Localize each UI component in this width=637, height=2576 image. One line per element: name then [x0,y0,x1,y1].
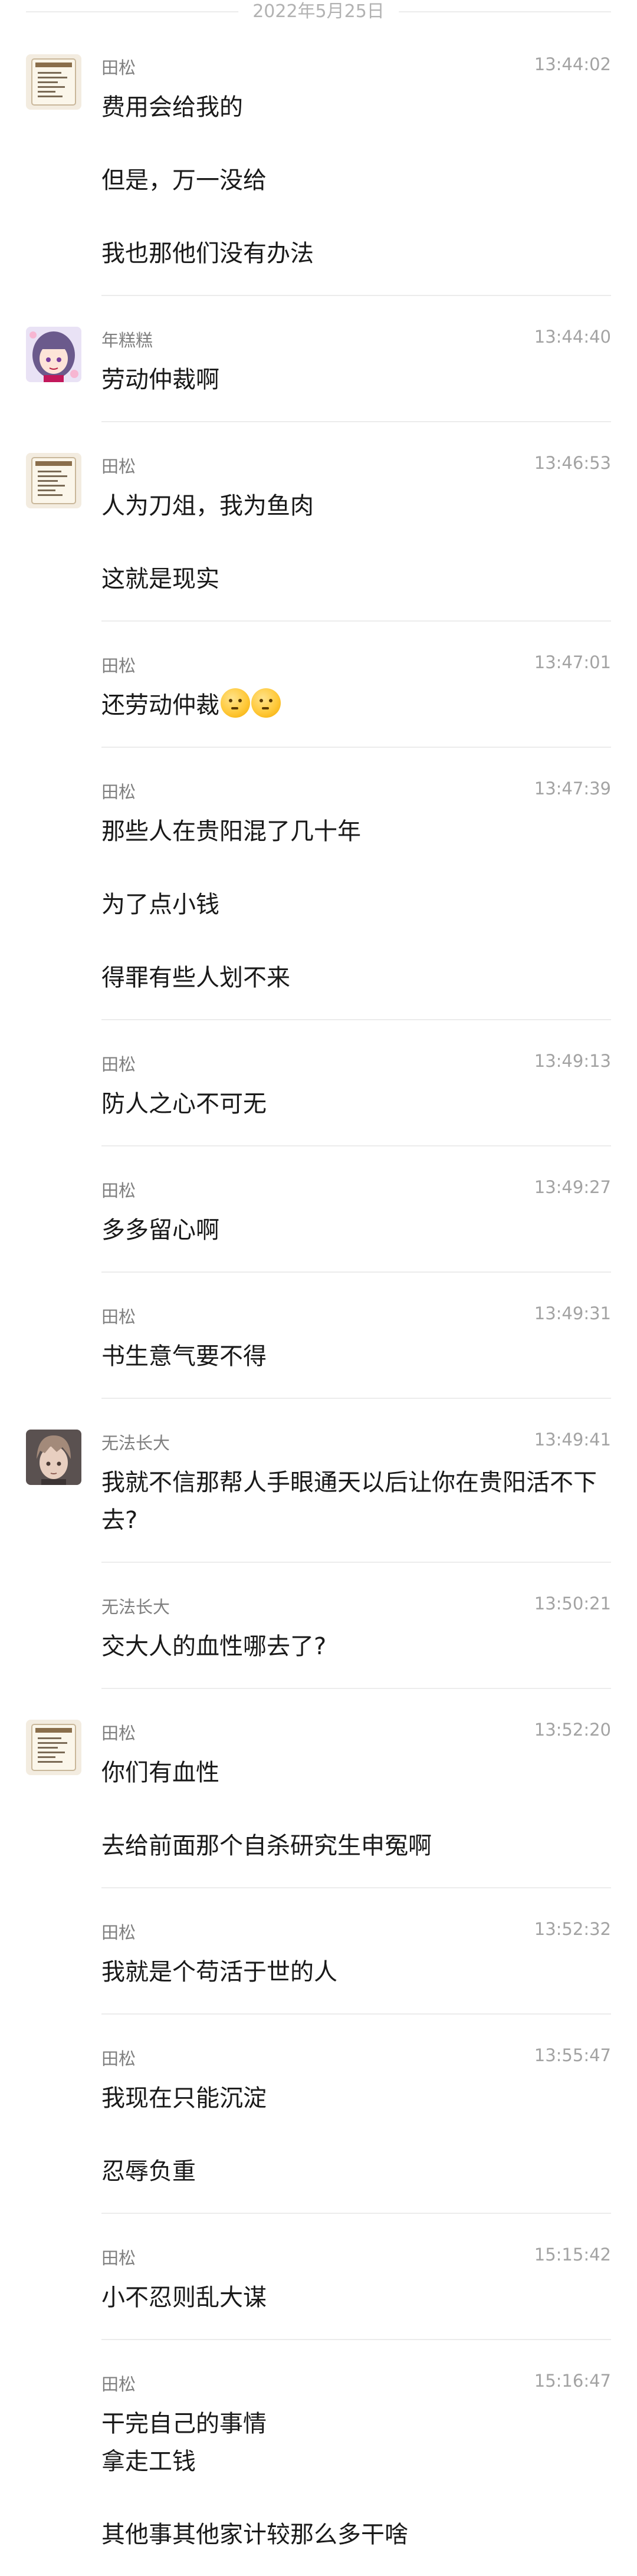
message-list: 田松 13:44:02 费用会给我的 但是，万一没给我也那他们没有办法年糕糕 13:44… [0,24,637,2576]
sender-name: 田松 [101,2248,136,2268]
timestamp: 13:46:53 [534,453,611,473]
timestamp: 13:49:27 [534,1177,611,1197]
timestamp: 13:49:13 [534,1051,611,1071]
message-body: 我就不信那帮人手眼通天以后让你在贵阳活不下去? [101,1458,611,1562]
timestamp: 13:50:21 [534,1593,611,1614]
message-text: 防人之心不可无 [101,1090,267,1118]
message-body: 劳动仲裁啊 [101,355,611,421]
sender-name: 田松 [101,1054,136,1075]
sender-name: 田松 [101,456,136,477]
message-item[interactable]: 田松 13:49:13 防人之心不可无 [0,1020,637,1146]
scroll-avatar[interactable] [26,453,81,508]
message-body: 防人之心不可无 [101,1079,611,1145]
message-item[interactable]: 田松 13:47:39 那些人在贵阳混了几十年 为了点小钱得罪有些人划不来 [0,748,637,1020]
message-text: 忍辱负重 [101,2158,196,2185]
message-item[interactable]: 田松 15:15:42 小不忍则乱大谋 [0,2214,637,2340]
message-item[interactable]: 田松 15:16:47 干完自己的事情 拿走工钱其他事其他家计较那么多干啥 [0,2340,637,2576]
message-text: 我就不信那帮人手眼通天以后让你在贵阳活不下去? [101,1469,597,1534]
message-text: 我也那他们没有办法 [101,240,314,267]
message-text: 为了点小钱 [101,891,219,918]
message-text: 书生意气要不得 [101,1343,267,1370]
message-body: 我现在只能沉淀 忍辱负重 [101,2074,611,2213]
message-text: 多多留心啊 [101,1217,219,1244]
message-item[interactable]: 田松 13:49:31 书生意气要不得 [0,1273,637,1399]
message-body: 人为刀俎，我为鱼肉 这就是现实 [101,481,611,620]
message-item[interactable]: 田松 13:44:02 费用会给我的 但是，万一没给我也那他们没有办法 [0,24,637,296]
message-item[interactable]: 田松 13:49:27 多多留心啊 [0,1146,637,1273]
message-text: 人为刀俎，我为鱼肉 [101,492,314,520]
message-body: 多多留心啊 [101,1205,611,1271]
message-item[interactable]: 无法长大 13:50:21 交大人的血性哪去了? [0,1563,637,1689]
message-item[interactable]: 田松 13:55:47 我现在只能沉淀 忍辱负重 [0,2015,637,2214]
message-text: 你们有血性 [101,1759,219,1786]
message-body: 你们有血性去给前面那个自杀研究生申冤啊 [101,1748,611,1887]
message-text: 还劳动仲裁 [101,686,611,724]
timestamp: 13:52:20 [534,1720,611,1740]
scroll-avatar[interactable] [26,54,81,110]
anime-boy-avatar[interactable] [26,1430,81,1485]
timestamp: 13:44:02 [534,54,611,74]
message-text: 得罪有些人划不来 [101,964,290,991]
chat-history: 2022年5月25日 田松 13:44:02 费用会给我的 但是，万一没给我也那他们没… [0,0,637,2548]
message-text: 交大人的血性哪去了? [101,1633,327,1660]
timestamp: 15:15:42 [534,2245,611,2265]
date-separator: 2022年5月25日 [0,0,637,24]
sender-name: 田松 [101,1307,136,1327]
sender-name: 田松 [101,1723,136,1743]
timestamp: 13:44:40 [534,327,611,347]
message-body: 还劳动仲裁 [101,681,611,747]
sender-name: 田松 [101,656,136,676]
sender-name: 田松 [101,58,136,78]
timestamp: 13:55:47 [534,2045,611,2065]
message-item[interactable]: 年糕糕 13:44:40 劳动仲裁啊 [0,296,637,422]
message-body: 交大人的血性哪去了? [101,1622,611,1688]
timestamp: 13:52:32 [534,1919,611,1939]
sender-name: 田松 [101,2049,136,2069]
message-body: 费用会给我的 但是，万一没给我也那他们没有办法 [101,83,611,295]
timestamp: 13:47:01 [534,652,611,672]
message-item[interactable]: 田松 13:46:53 人为刀俎，我为鱼肉 这就是现实 [0,422,637,622]
timestamp: 13:49:31 [534,1303,611,1323]
message-body: 小不忍则乱大谋 [101,2273,611,2339]
message-body: 那些人在贵阳混了几十年 为了点小钱得罪有些人划不来 [101,807,611,1019]
timestamp: 13:49:41 [534,1430,611,1450]
message-text: 干完自己的事情 拿走工钱 [101,2410,267,2475]
message-item[interactable]: 田松 13:47:01 还劳动仲裁 [0,622,637,748]
sender-name: 无法长大 [101,1433,170,1453]
message-text: 这就是现实 [101,566,219,593]
shush-emoji [251,688,281,718]
message-item[interactable]: 无法长大 13:49:41 我就不信那帮人手眼通天以后让你在贵阳活不下去? [0,1399,637,1563]
sender-name: 田松 [101,2374,136,2394]
anime-girl-avatar[interactable] [26,327,81,382]
message-body: 我就是个苟活于世的人 [101,1947,611,2013]
message-item[interactable]: 田松 13:52:20 你们有血性去给前面那个自杀研究生申冤啊 [0,1689,637,1888]
message-text: 小不忍则乱大谋 [101,2284,267,2311]
message-text: 我就是个苟活于世的人 [101,1959,337,1986]
message-text: 那些人在贵阳混了几十年 [101,818,361,845]
message-text: 但是，万一没给 [101,167,267,194]
message-body: 书生意气要不得 [101,1332,611,1398]
sender-name: 年糕糕 [101,330,153,350]
date-label: 2022年5月25日 [238,0,399,24]
message-body: 干完自己的事情 拿走工钱其他事其他家计较那么多干啥 [101,2399,611,2576]
message-item[interactable]: 田松 13:52:32 我就是个苟活于世的人 [0,1888,637,2015]
message-text: 费用会给我的 [101,94,243,121]
sender-name: 田松 [101,1181,136,1201]
sender-name: 田松 [101,1923,136,1943]
message-text: 其他事其他家计较那么多干啥 [101,2521,408,2548]
sender-name: 无法长大 [101,1597,170,1617]
timestamp: 13:47:39 [534,778,611,799]
message-text: 去给前面那个自杀研究生申冤啊 [101,1832,432,1859]
message-text: 劳动仲裁啊 [101,366,219,393]
scroll-avatar[interactable] [26,1720,81,1775]
shush-emoji [221,688,250,718]
message-text: 我现在只能沉淀 [101,2085,267,2112]
timestamp: 15:16:47 [534,2371,611,2391]
sender-name: 田松 [101,782,136,802]
